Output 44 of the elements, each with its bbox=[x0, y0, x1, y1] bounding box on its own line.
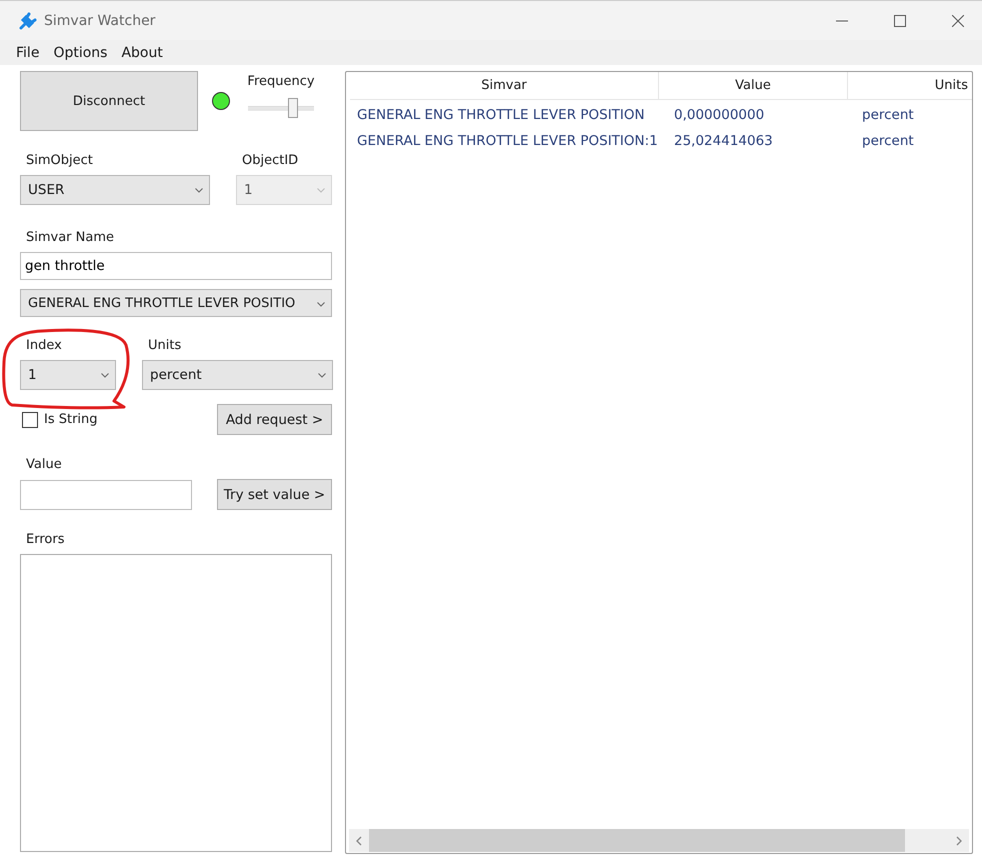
dropdown[interactable]: 1 bbox=[20, 360, 116, 390]
column-header[interactable]: Value bbox=[659, 72, 848, 99]
disconnect-button[interactable]: Disconnect bbox=[20, 71, 198, 131]
value-field[interactable] bbox=[20, 480, 192, 510]
scroll-left-icon[interactable] bbox=[356, 836, 362, 846]
table-cell-text: GENERAL ENG THROTTLE LEVER POSITION:1 bbox=[356, 133, 659, 149]
maximize-icon[interactable] bbox=[894, 14, 906, 26]
field-label: Index bbox=[25, 337, 63, 354]
field-label: ObjectID bbox=[241, 152, 300, 169]
horizontal-scrollbar[interactable] bbox=[349, 829, 969, 852]
caret-icon bbox=[318, 373, 326, 378]
search-field[interactable]: gen throttle bbox=[20, 252, 332, 280]
dropdown[interactable]: GENERAL ENG THROTTLE LEVER POSITIO bbox=[20, 289, 332, 317]
field-label: Units bbox=[147, 337, 182, 354]
field-label: Value bbox=[25, 456, 63, 473]
field-label: Errors bbox=[25, 531, 66, 548]
column-header[interactable]: Units bbox=[848, 72, 970, 99]
caret-icon bbox=[195, 188, 203, 193]
close-icon[interactable] bbox=[952, 14, 964, 26]
slider-thumb[interactable] bbox=[288, 98, 298, 118]
table-cell-text: GENERAL ENG THROTTLE LEVER POSITION bbox=[356, 107, 646, 123]
column-header[interactable]: Simvar bbox=[350, 72, 659, 99]
add-request-button[interactable]: Add request > bbox=[217, 404, 332, 435]
try-set-value-button[interactable]: Try set value > bbox=[217, 479, 332, 510]
checkbox-label: Is String bbox=[44, 412, 98, 427]
scroll-right-icon[interactable] bbox=[956, 836, 962, 846]
dropdown[interactable]: USER bbox=[20, 175, 210, 205]
table-cell-text: percent bbox=[862, 107, 915, 123]
table-cell-text: 25,024414063 bbox=[673, 133, 774, 149]
caret-icon bbox=[317, 302, 325, 307]
window-title: Simvar Watcher bbox=[44, 12, 156, 28]
menu-item[interactable]: File bbox=[10, 44, 46, 60]
caret-icon bbox=[101, 373, 109, 378]
plug-icon bbox=[18, 10, 38, 30]
menu-item[interactable]: About bbox=[115, 44, 169, 60]
dropdown[interactable]: percent bbox=[142, 360, 333, 390]
field-label: SimObject bbox=[25, 152, 94, 169]
field-label: Simvar Name bbox=[25, 229, 116, 246]
checkbox[interactable] bbox=[22, 412, 38, 428]
table-cell-text: 0,000000000 bbox=[673, 107, 766, 123]
table-cell-text: percent bbox=[862, 133, 915, 149]
caret-icon bbox=[317, 188, 325, 193]
frequency-label: Frequency bbox=[247, 72, 315, 90]
menu-item[interactable]: Options bbox=[47, 44, 114, 60]
